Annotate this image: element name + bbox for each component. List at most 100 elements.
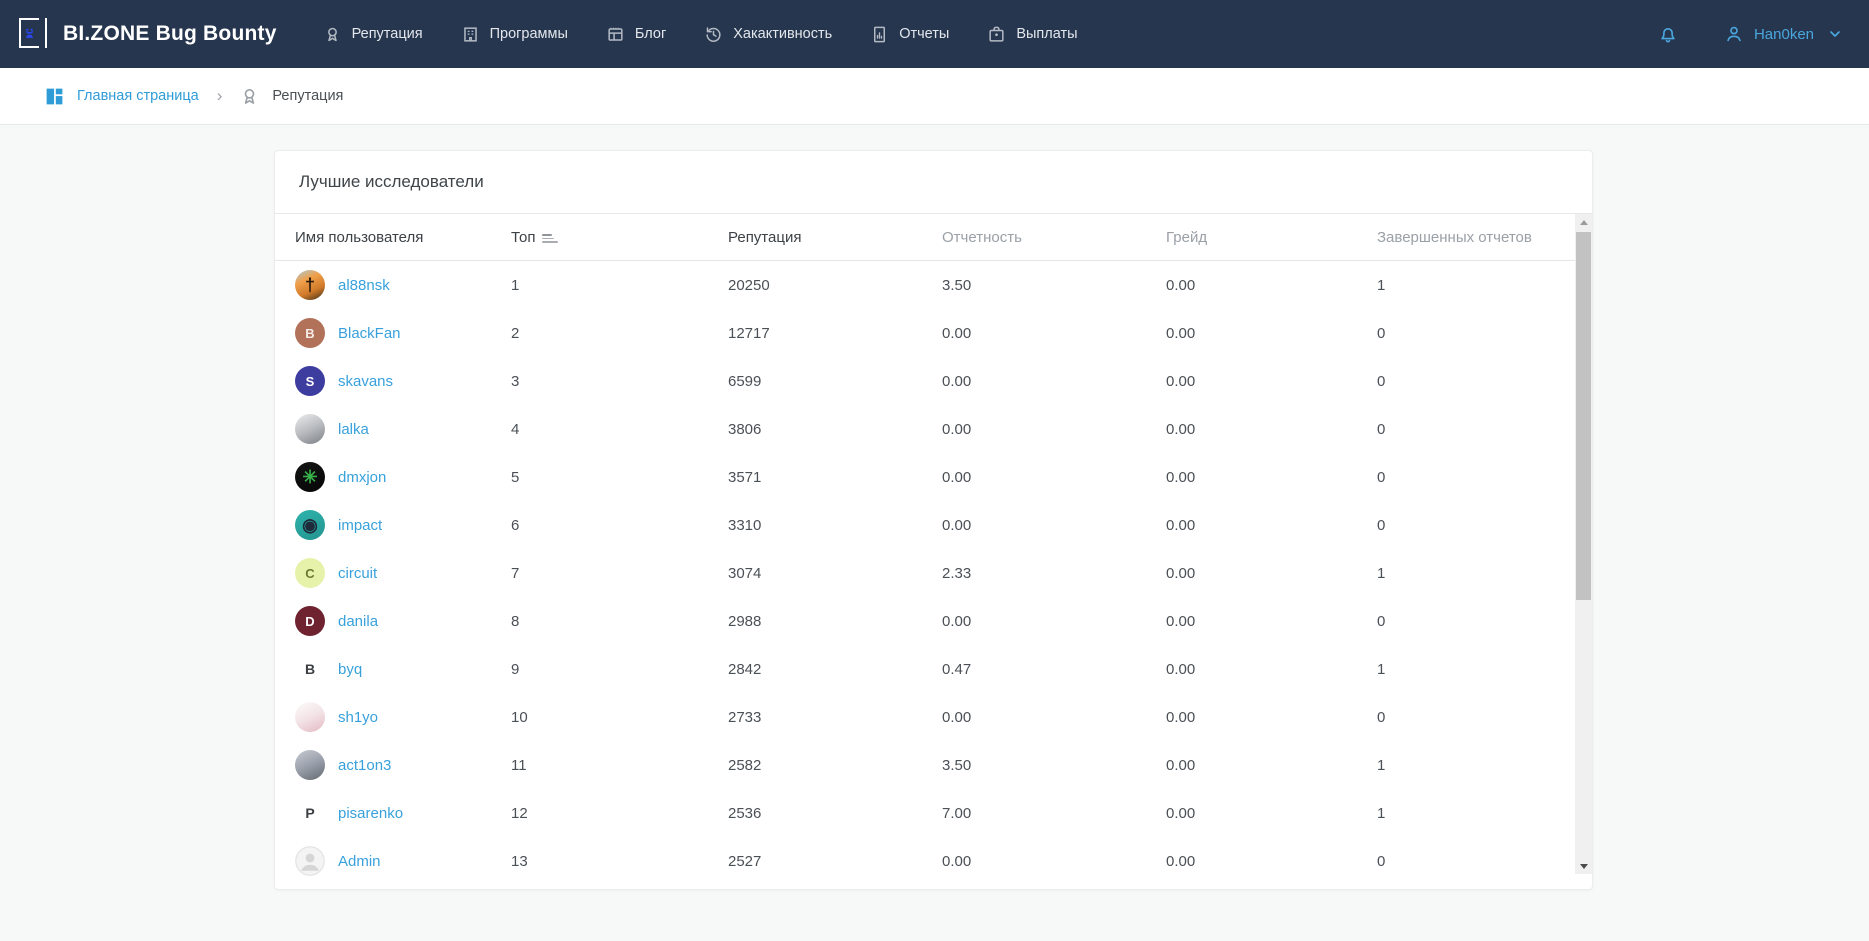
top-cell: 9 [511, 661, 728, 678]
completed-cell: 1 [1377, 277, 1575, 294]
user-link[interactable]: sh1yo [295, 702, 511, 732]
reporting-cell: 3.50 [942, 277, 1166, 294]
logo[interactable]: BI.ZONE Bug Bounty [19, 16, 277, 52]
sort-icon[interactable] [542, 234, 558, 243]
username-link: act1on3 [338, 757, 391, 774]
reporting-cell: 7.00 [942, 805, 1166, 822]
breadcrumb-home-link[interactable]: Главная страница [44, 86, 199, 107]
reporting-cell: 0.00 [942, 325, 1166, 342]
avatar: C [295, 558, 325, 588]
nav-item-label: Программы [490, 26, 568, 42]
reporting-cell: 0.00 [942, 517, 1166, 534]
breadcrumb-current: Репутация [239, 86, 343, 107]
nav-item-report[interactable]: Отчеты [870, 25, 949, 44]
bizone-bug-logo-icon [19, 16, 51, 52]
column-header-label: Отчетность [942, 229, 1022, 246]
nav-item-medal[interactable]: Репутация [323, 25, 423, 44]
username-link: circuit [338, 565, 377, 582]
avatar: D [295, 606, 325, 636]
card-title: Лучшие исследователи [275, 151, 1592, 214]
reputation-cell: 2988 [728, 613, 942, 630]
username-label: Han0ken [1754, 26, 1814, 43]
column-header: Грейд [1166, 229, 1377, 246]
grade-cell: 0.00 [1166, 421, 1377, 438]
top-cell: 11 [511, 757, 728, 774]
grade-cell: 0.00 [1166, 325, 1377, 342]
username-link: dmxjon [338, 469, 386, 486]
username-link: Admin [338, 853, 381, 870]
table-row: † al88nsk 1 20250 3.50 0.00 1 [275, 261, 1575, 309]
user-link[interactable]: lalka [295, 414, 511, 444]
grade-cell: 0.00 [1166, 661, 1377, 678]
grade-cell: 0.00 [1166, 517, 1377, 534]
username-link: byq [338, 661, 362, 678]
grade-cell: 0.00 [1166, 613, 1377, 630]
table-row: P pisarenko 12 2536 7.00 0.00 1 [275, 789, 1575, 837]
scrollbar-thumb[interactable] [1576, 232, 1591, 600]
reputation-cell: 3571 [728, 469, 942, 486]
completed-cell: 0 [1377, 325, 1575, 342]
reporting-cell: 0.00 [942, 421, 1166, 438]
completed-cell: 0 [1377, 469, 1575, 486]
username-link: al88nsk [338, 277, 390, 294]
top-cell: 6 [511, 517, 728, 534]
avatar: B [295, 318, 325, 348]
reputation-cell: 20250 [728, 277, 942, 294]
user-link[interactable]: D danila [295, 606, 511, 636]
bell-icon[interactable] [1657, 23, 1679, 45]
top-cell: 5 [511, 469, 728, 486]
column-header-label: Завершенных отчетов [1377, 229, 1532, 246]
completed-cell: 1 [1377, 565, 1575, 582]
breadcrumb-current-label: Репутация [272, 88, 343, 104]
user-link[interactable]: ◉ impact [295, 510, 511, 540]
nav-item-label: Репутация [352, 26, 423, 42]
medal-icon [323, 25, 342, 44]
user-icon [1723, 23, 1745, 45]
top-researchers-card: Лучшие исследователи Имя пользователяТоп… [274, 150, 1593, 890]
user-link[interactable]: C circuit [295, 558, 511, 588]
reputation-cell: 2527 [728, 853, 942, 870]
table-row: lalka 4 3806 0.00 0.00 0 [275, 405, 1575, 453]
user-link[interactable]: Admin [295, 846, 511, 876]
top-cell: 3 [511, 373, 728, 390]
user-link[interactable]: B BlackFan [295, 318, 511, 348]
scroll-up-button[interactable] [1575, 214, 1592, 230]
reporting-cell: 2.33 [942, 565, 1166, 582]
avatar: † [295, 270, 325, 300]
dashboard-icon [44, 86, 65, 107]
vertical-scrollbar[interactable] [1575, 214, 1592, 874]
user-link[interactable]: S skavans [295, 366, 511, 396]
column-header[interactable]: Топ [511, 229, 728, 246]
scroll-down-button[interactable] [1575, 858, 1592, 874]
grade-cell: 0.00 [1166, 565, 1377, 582]
user-link[interactable]: act1on3 [295, 750, 511, 780]
grade-cell: 0.00 [1166, 805, 1377, 822]
bug-icon [23, 27, 36, 40]
nav-item-blog[interactable]: Блог [606, 25, 666, 44]
nav-item-history[interactable]: Хакактивность [704, 25, 832, 44]
nav-item-wallet[interactable]: Выплаты [987, 25, 1077, 44]
top-cell: 8 [511, 613, 728, 630]
reporting-cell: 0.00 [942, 613, 1166, 630]
researchers-table: Имя пользователяТопРепутацияОтчетностьГр… [275, 214, 1592, 890]
completed-cell: 1 [1377, 757, 1575, 774]
table-row: D danila 8 2988 0.00 0.00 0 [275, 597, 1575, 645]
history-icon [704, 25, 723, 44]
nav-item-building[interactable]: Программы [461, 25, 568, 44]
triangle-up-icon [1580, 220, 1588, 225]
user-link[interactable]: † al88nsk [295, 270, 511, 300]
top-cell: 1 [511, 277, 728, 294]
reputation-cell: 6599 [728, 373, 942, 390]
user-link[interactable]: B byq [295, 654, 511, 684]
reporting-cell: 0.00 [942, 469, 1166, 486]
username-link: danila [338, 613, 378, 630]
avatar: S [295, 366, 325, 396]
top-cell: 13 [511, 853, 728, 870]
username-link: lalka [338, 421, 369, 438]
user-link[interactable]: P pisarenko [295, 798, 511, 828]
user-menu[interactable]: Han0ken [1723, 23, 1843, 45]
grade-cell: 0.00 [1166, 373, 1377, 390]
grade-cell: 0.00 [1166, 709, 1377, 726]
user-link[interactable]: ✳ dmxjon [295, 462, 511, 492]
top-cell: 10 [511, 709, 728, 726]
